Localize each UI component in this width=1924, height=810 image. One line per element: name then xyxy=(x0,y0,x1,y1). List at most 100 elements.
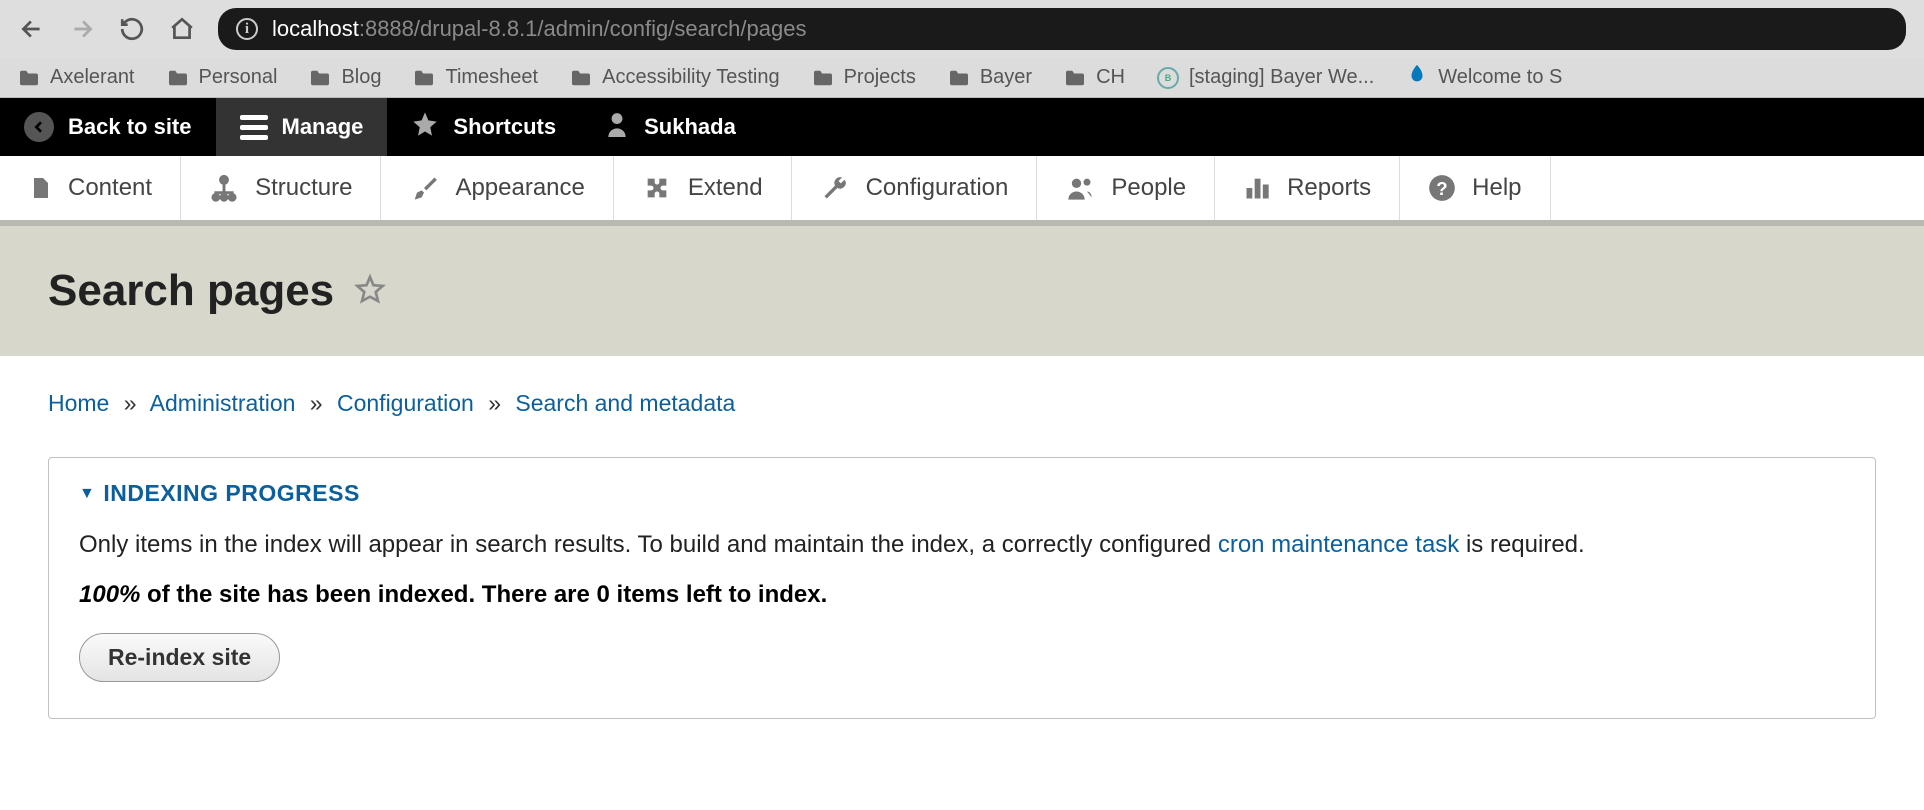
folder-icon xyxy=(570,69,592,87)
manage-toggle[interactable]: Manage xyxy=(216,98,388,156)
bookmark-item[interactable]: Accessibility Testing xyxy=(570,66,779,89)
menu-extend[interactable]: Extend xyxy=(614,156,792,220)
url-host: localhost xyxy=(272,16,359,41)
hamburger-icon xyxy=(240,115,268,140)
help-icon: ? xyxy=(1428,174,1456,202)
bookmark-item[interactable]: Projects xyxy=(812,66,916,89)
home-icon[interactable] xyxy=(168,15,196,43)
svg-text:?: ? xyxy=(1436,178,1447,199)
page-title: Search pages xyxy=(48,266,1876,316)
indexing-fieldset: ▼ INDEXING PROGRESS Only items in the in… xyxy=(48,457,1876,719)
menu-label: Configuration xyxy=(866,174,1009,202)
folder-icon xyxy=(413,69,435,87)
bookmark-label: Accessibility Testing xyxy=(602,66,779,89)
desc-pre: Only items in the index will appear in s… xyxy=(79,531,1218,558)
manage-label: Manage xyxy=(282,114,364,140)
bookmark-item[interactable]: CH xyxy=(1064,66,1125,89)
brush-icon xyxy=(409,174,439,202)
indexing-status: 100% of the site has been indexed. There… xyxy=(79,581,1845,609)
url-text: localhost:8888/drupal-8.8.1/admin/config… xyxy=(272,16,806,42)
back-arrow-icon xyxy=(24,112,54,142)
folder-icon xyxy=(18,69,40,87)
bookmark-item[interactable]: Blog xyxy=(309,66,381,89)
bookmark-item[interactable]: Personal xyxy=(167,66,278,89)
menu-label: Extend xyxy=(688,174,763,202)
shortcuts-link[interactable]: Shortcuts xyxy=(387,98,580,156)
bookmark-item[interactable]: Welcome to S xyxy=(1406,62,1562,93)
menu-reports[interactable]: Reports xyxy=(1215,156,1400,220)
browser-nav-bar: i localhost:8888/drupal-8.8.1/admin/conf… xyxy=(0,0,1924,58)
bookmark-item[interactable]: Axelerant xyxy=(18,66,135,89)
menu-label: Structure xyxy=(255,174,352,202)
cron-link[interactable]: cron maintenance task xyxy=(1218,531,1459,558)
folder-icon xyxy=(1064,69,1086,87)
menu-appearance[interactable]: Appearance xyxy=(381,156,613,220)
menu-people[interactable]: People xyxy=(1037,156,1215,220)
bookmark-label: Projects xyxy=(844,66,916,89)
indexing-description: Only items in the index will appear in s… xyxy=(79,527,1845,563)
breadcrumb: Home » Administration » Configuration » … xyxy=(48,390,1876,417)
back-to-site-label: Back to site xyxy=(68,114,192,140)
breadcrumb-config[interactable]: Configuration xyxy=(337,390,474,416)
info-icon[interactable]: i xyxy=(236,18,258,40)
bayer-favicon: B xyxy=(1157,67,1179,89)
bookmark-item[interactable]: B [staging] Bayer We... xyxy=(1157,66,1374,89)
indexing-legend-text: INDEXING PROGRESS xyxy=(103,480,359,507)
menu-label: Reports xyxy=(1287,174,1371,202)
bookmark-label: Personal xyxy=(199,66,278,89)
folder-icon xyxy=(812,69,834,87)
breadcrumb-sep: » xyxy=(124,390,137,416)
user-menu[interactable]: Sukhada xyxy=(580,98,760,156)
menu-content[interactable]: Content xyxy=(0,156,181,220)
admin-menu: Content Structure Appearance Extend Conf… xyxy=(0,156,1924,226)
structure-icon xyxy=(209,174,239,202)
shortcut-star-icon[interactable] xyxy=(354,266,386,316)
bookmark-label: Axelerant xyxy=(50,66,135,89)
drupal-toolbar: Back to site Manage Shortcuts Sukhada xyxy=(0,98,1924,156)
bookmark-label: Blog xyxy=(341,66,381,89)
shortcuts-label: Shortcuts xyxy=(453,114,556,140)
wrench-icon xyxy=(820,174,850,202)
chart-icon xyxy=(1243,174,1271,202)
folder-icon xyxy=(948,69,970,87)
bookmark-label: Timesheet xyxy=(445,66,538,89)
bookmark-item[interactable]: Timesheet xyxy=(413,66,538,89)
drupal-favicon xyxy=(1406,62,1428,93)
back-to-site-link[interactable]: Back to site xyxy=(0,98,216,156)
forward-icon xyxy=(68,15,96,43)
menu-structure[interactable]: Structure xyxy=(181,156,381,220)
status-rest: of the site has been indexed. There are … xyxy=(140,581,827,608)
breadcrumb-admin[interactable]: Administration xyxy=(150,390,296,416)
bookmark-label: Bayer xyxy=(980,66,1032,89)
back-icon[interactable] xyxy=(18,15,46,43)
reload-icon[interactable] xyxy=(118,15,146,43)
address-bar[interactable]: i localhost:8888/drupal-8.8.1/admin/conf… xyxy=(218,8,1906,50)
bookmark-label: CH xyxy=(1096,66,1125,89)
indexing-legend[interactable]: ▼ INDEXING PROGRESS xyxy=(79,480,1845,507)
reindex-button[interactable]: Re-index site xyxy=(79,633,280,682)
puzzle-icon xyxy=(642,174,672,202)
folder-icon xyxy=(309,69,331,87)
title-area: Search pages xyxy=(0,226,1924,356)
menu-configuration[interactable]: Configuration xyxy=(792,156,1038,220)
file-icon xyxy=(28,174,52,202)
menu-label: Content xyxy=(68,174,152,202)
bookmark-label: [staging] Bayer We... xyxy=(1189,66,1374,89)
breadcrumb-sep: » xyxy=(310,390,323,416)
menu-help[interactable]: ? Help xyxy=(1400,156,1550,220)
breadcrumb-sep: » xyxy=(488,390,501,416)
folder-icon xyxy=(167,69,189,87)
user-label: Sukhada xyxy=(644,114,736,140)
page-title-text: Search pages xyxy=(48,266,334,316)
people-icon xyxy=(1065,174,1095,202)
star-icon xyxy=(411,110,439,144)
desc-post: is required. xyxy=(1459,531,1584,558)
bookmark-item[interactable]: Bayer xyxy=(948,66,1032,89)
page-content: Home » Administration » Configuration » … xyxy=(0,356,1924,779)
breadcrumb-home[interactable]: Home xyxy=(48,390,109,416)
collapse-triangle-icon: ▼ xyxy=(79,485,95,503)
bookmark-label: Welcome to S xyxy=(1438,66,1562,89)
breadcrumb-search[interactable]: Search and metadata xyxy=(515,390,735,416)
status-percent: 100% xyxy=(79,581,140,608)
bookmarks-bar: Axelerant Personal Blog Timesheet Access… xyxy=(0,58,1924,98)
